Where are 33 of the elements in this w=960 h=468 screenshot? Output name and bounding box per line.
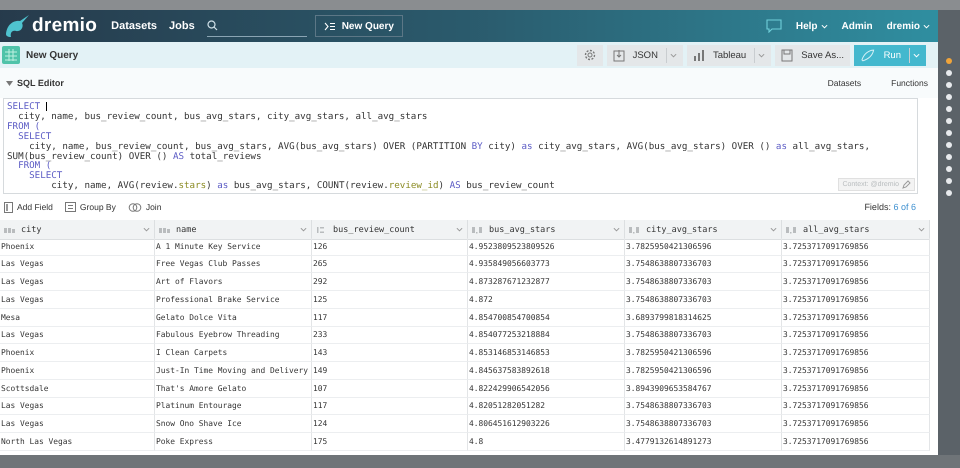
action-button[interactable]: Group By xyxy=(64,202,116,212)
toolbar-button[interactable]: Tableau xyxy=(686,44,772,66)
column-header[interactable]: bus_avg_stars xyxy=(468,220,625,240)
code-line: city, name, bus_review_count, bus_avg_stars, AVG(bus_avg_stars) OVER (PARTITION BY city) as city_avg_stars, AVG(bus_avg_stars) OVER () as all_avg_stars, xyxy=(28,142,870,152)
panel-link[interactable]: Datasets xyxy=(828,78,862,88)
code-line: SUM(bus_review_count) OVER () AS total_reviews xyxy=(7,152,262,162)
code-line: SELECT xyxy=(28,171,62,182)
code-line: SELECT xyxy=(7,102,47,112)
nav-link[interactable]: Jobs xyxy=(169,20,195,32)
fields-count: Fields: 6 of 6 xyxy=(864,202,916,212)
nav-menu[interactable]: dremio xyxy=(886,20,930,32)
section-title: SQL Editor xyxy=(17,78,64,88)
query-title: New Query xyxy=(26,50,78,60)
nav-menu[interactable]: Help xyxy=(796,20,828,32)
code-line: city, name, AVG(review.stars) as bus_avg_stars, COUNT(review.review_id) AS bus_review_count xyxy=(50,181,555,192)
column-header[interactable]: city xyxy=(0,220,155,240)
new-query-button[interactable]: New Query xyxy=(314,15,403,37)
column-header[interactable]: all_avg_stars xyxy=(782,220,930,240)
action-button[interactable]: Join xyxy=(128,202,162,212)
code-line: FROM ( xyxy=(18,161,52,172)
code-line: city, name, bus_review_count, bus_avg_stars, city_avg_stars, all_avg_stars xyxy=(17,112,428,122)
nav-link[interactable]: Datasets xyxy=(111,20,158,32)
code-line: SELECT xyxy=(17,132,52,142)
panel-link[interactable]: Functions xyxy=(891,78,928,88)
nav-menu[interactable]: Admin xyxy=(842,20,873,32)
toolbar-button[interactable]: JSON xyxy=(606,44,683,66)
toolbar-button[interactable]: Save As... xyxy=(775,44,850,66)
action-button[interactable]: Add Field xyxy=(4,202,53,212)
brand-name: dremio xyxy=(32,15,98,37)
column-header[interactable]: bus_review_count xyxy=(312,220,468,240)
column-header[interactable]: city_avg_stars xyxy=(625,220,782,240)
code-line: FROM ( xyxy=(7,122,40,132)
column-header[interactable]: name xyxy=(155,220,312,240)
